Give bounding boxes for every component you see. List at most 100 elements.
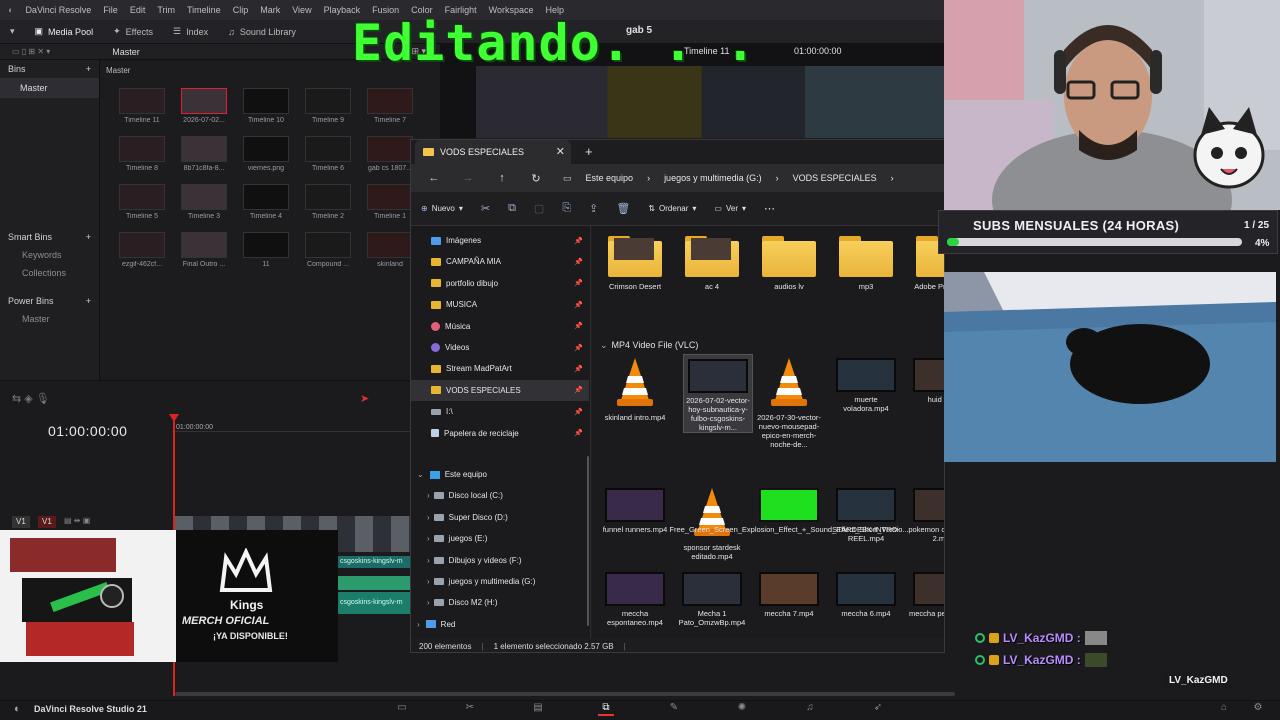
file-item[interactable]: huid cero [908, 354, 944, 404]
page-color-icon[interactable]: ✎ [666, 702, 682, 716]
view-button[interactable]: ▭ Ver ▾ [714, 204, 746, 213]
file-item[interactable]: sponsor stardesk editado.mp4 [677, 484, 747, 561]
media-pool-clip[interactable]: Timeline 11 [111, 88, 173, 136]
nav-scrollbar[interactable] [587, 456, 589, 626]
audio-clip-1[interactable]: csgoskins-kingslv-m [338, 556, 410, 568]
pin-icon[interactable]: 📌 [574, 237, 583, 245]
file-item[interactable]: Free_Green_Screen_Explosion_Effect_+_Sou… [669, 484, 909, 534]
chevron-right-icon[interactable]: › [427, 577, 430, 586]
file-item[interactable]: meccha penma.mp4 [908, 568, 944, 618]
delete-icon[interactable]: 🗑 [616, 202, 630, 215]
chevron-down-icon[interactable]: ⌄ [417, 470, 424, 479]
bin-master[interactable]: Master [0, 78, 99, 98]
folder-item[interactable]: Crimson Desert [600, 236, 670, 291]
add-smart-bin-icon[interactable]: + [86, 232, 91, 242]
media-pool-clip[interactable]: 8b71c8fa-8... [173, 136, 235, 184]
playhead-handle[interactable] [169, 414, 179, 422]
menu-mark[interactable]: Mark [260, 5, 280, 15]
media-pool-clip[interactable]: Final Outro ... [173, 232, 235, 280]
close-tab-icon[interactable]: ✕ [556, 145, 565, 158]
nav-drive[interactable]: › Disco M2 (H:) [411, 592, 589, 613]
page-media-icon[interactable]: ▭ [394, 702, 410, 716]
breadcrumb[interactable]: ▭ Este equipo › juegos y multimedia (G:)… [563, 173, 894, 184]
effects-button[interactable]: ✦ Effects [103, 26, 163, 37]
menu-clip[interactable]: Clip [233, 5, 249, 15]
page-deliver-icon[interactable]: ➶ [870, 702, 886, 716]
back-arrow-icon[interactable]: ← [423, 172, 445, 184]
track-v1-dest[interactable]: V1 [12, 516, 30, 528]
add-power-bin-icon[interactable]: + [86, 296, 91, 306]
track-v1[interactable]: V1 [38, 516, 56, 528]
nav-item[interactable]: portfolio dibujo 📌 [411, 273, 589, 294]
menu-app[interactable]: DaVinci Resolve [25, 5, 91, 15]
pin-icon[interactable]: 📌 [574, 344, 583, 352]
nav-network[interactable]: › Red [411, 614, 589, 635]
page-fairlight-icon[interactable]: ✺ [734, 702, 750, 716]
nav-item[interactable]: MUSICA 📌 [411, 294, 589, 315]
breadcrumb-0[interactable]: Este equipo [586, 173, 634, 183]
group-header[interactable]: ⌄ MP4 Video File (VLC) [600, 340, 698, 351]
paste-icon[interactable]: ▢ [534, 202, 544, 215]
audio-clip-waveform[interactable] [338, 576, 410, 590]
chevron-right-icon[interactable]: › [427, 491, 430, 500]
file-item[interactable]: pokemon champions 2.mp4 [908, 484, 944, 543]
media-pool-clip[interactable]: Timeline 2 [297, 184, 359, 232]
pin-icon[interactable]: 📌 [574, 365, 583, 373]
refresh-icon[interactable]: ↻ [525, 172, 547, 185]
track-controls[interactable]: ▤ ⇹ ▣ [64, 516, 90, 525]
nav-item[interactable]: VODS ESPECIALES 📌 [411, 379, 589, 401]
forward-arrow-icon[interactable]: → [457, 172, 479, 184]
file-item[interactable]: 2026-07-02-vector-hoy-subnautica-y-fulbo… [683, 354, 753, 433]
timeline-tools[interactable]: ⇆ ◈ 🎙 [12, 392, 50, 405]
file-item[interactable]: Mecha 1 Pato_OmzwBp.mp4 [677, 568, 747, 627]
nav-this-pc[interactable]: ⌄ Este equipo [411, 464, 589, 485]
media-pool-clip[interactable]: Timeline 6 [297, 136, 359, 184]
menu-view[interactable]: View [292, 5, 311, 15]
file-item[interactable]: skinland intro.mp4 [600, 354, 670, 422]
pin-icon[interactable]: 📌 [574, 386, 583, 394]
sort-button[interactable]: ⇅ Ordenar ▾ [648, 204, 696, 213]
file-item[interactable]: funnel runners.mp4 [600, 484, 670, 534]
share-icon[interactable]: ⇪ [589, 202, 598, 215]
file-item[interactable]: 2026-07-30-vector-nuevo-mousepad-epico-e… [754, 354, 824, 449]
chevron-right-icon[interactable]: › [427, 534, 430, 543]
copy-icon[interactable]: ⧉ [508, 202, 516, 215]
nav-item[interactable]: Imágenes 📌 [411, 230, 589, 251]
nav-drive[interactable]: › juegos y multimedia (G:) [411, 571, 589, 592]
file-item[interactable]: meccha 6.mp4 [831, 568, 901, 618]
media-pool-clip[interactable]: Timeline 4 [235, 184, 297, 232]
nav-drive[interactable]: › Dibujos y videos (F:) [411, 550, 589, 571]
page-cut-icon[interactable]: ✂ [462, 702, 478, 716]
media-pool-clip[interactable]: 11 [235, 232, 297, 280]
up-arrow-icon[interactable]: ↑ [491, 172, 513, 184]
file-item[interactable]: meccha espontaneo.mp4 [600, 568, 670, 627]
home-icon[interactable]: ⌂ [1216, 702, 1232, 716]
nav-item[interactable]: Papelera de reciclaje 📌 [411, 423, 589, 444]
nav-drive[interactable]: › juegos (E:) [411, 528, 589, 549]
media-pool-clip[interactable]: Timeline 10 [235, 88, 297, 136]
media-pool-clip[interactable]: Timeline 7 [359, 88, 421, 136]
pin-icon[interactable]: 📌 [574, 301, 583, 309]
power-bin-master[interactable]: Master [0, 310, 99, 328]
file-item[interactable]: meccha 7.mp4 [754, 568, 824, 618]
cut-icon[interactable]: ✂ [481, 202, 490, 215]
chevron-right-icon[interactable]: › [427, 556, 430, 565]
media-pool-clip[interactable]: Timeline 8 [111, 136, 173, 184]
index-button[interactable]: ☰ Index [163, 26, 218, 37]
more-options-icon[interactable]: ⋯ [764, 202, 775, 215]
nav-drive[interactable]: › Super Disco (D:) [411, 507, 589, 528]
pin-icon[interactable]: 📌 [574, 258, 583, 266]
menu-timeline[interactable]: Timeline [187, 5, 221, 15]
pin-icon[interactable]: 📌 [574, 429, 583, 437]
chevron-right-icon[interactable]: › [417, 620, 420, 629]
nav-item[interactable]: Stream MadPatArt 📌 [411, 358, 589, 379]
media-pool-clip[interactable]: Compound ... [297, 232, 359, 280]
media-pool-clip[interactable]: ezgif-462cf... [111, 232, 173, 280]
sound-library-button[interactable]: ♫ Sound Library [218, 27, 306, 37]
media-pool-clip[interactable]: Timeline 9 [297, 88, 359, 136]
file-item[interactable]: muerte voladora.mp4 [831, 354, 901, 413]
new-tab-icon[interactable]: + [585, 144, 593, 159]
menu-file[interactable]: File [103, 5, 118, 15]
toolbar-toggle-icon[interactable]: ▾ [0, 26, 25, 37]
media-pool-button[interactable]: ▣ Media Pool [25, 26, 104, 37]
